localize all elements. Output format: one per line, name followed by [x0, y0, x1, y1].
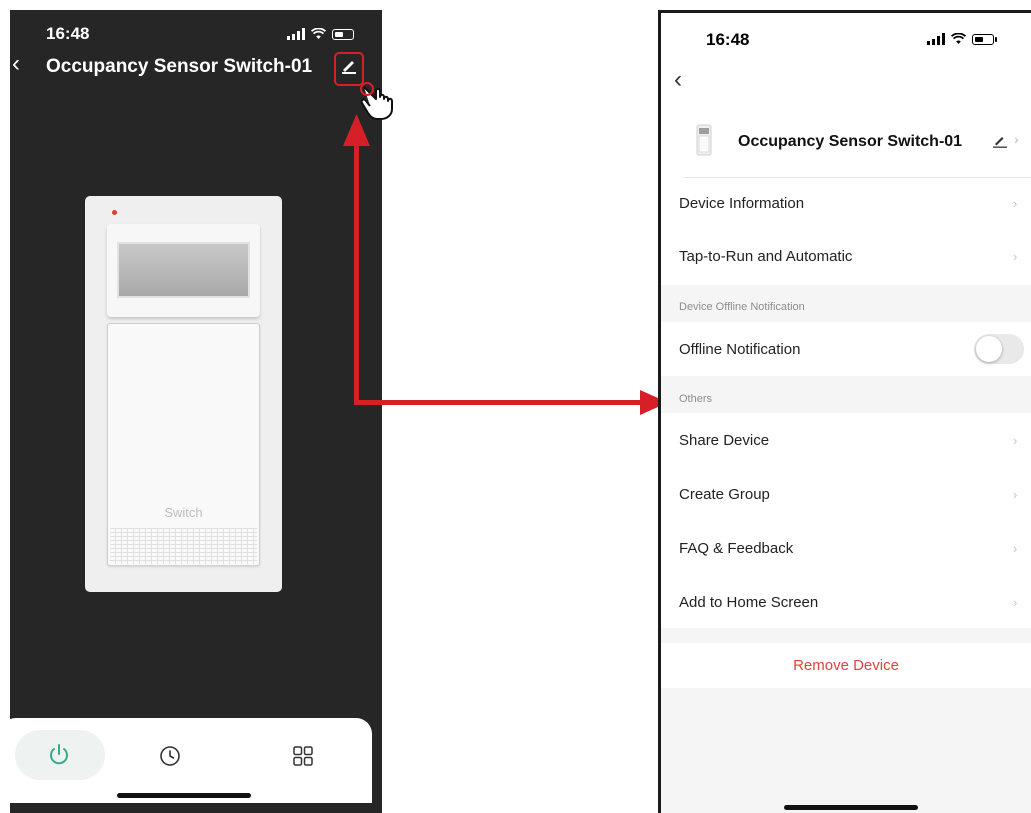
back-chevron-icon[interactable]: ‹ [674, 68, 682, 92]
chevron-right-icon: › [1013, 249, 1018, 264]
menu-row-label: FAQ & Feedback [679, 540, 794, 557]
switch-label: Switch [164, 505, 203, 520]
menu-row-label: Share Device [679, 432, 770, 449]
grid-icon[interactable] [291, 744, 315, 768]
offline-notification-label: Offline Notification [679, 341, 801, 358]
section-header-offline: Device Offline Notification [679, 301, 805, 313]
power-icon[interactable] [45, 741, 73, 769]
wifi-icon [311, 28, 326, 39]
section-header-others: Others [679, 393, 713, 405]
pencil-icon[interactable] [992, 134, 1008, 148]
chevron-right-icon: › [1013, 196, 1018, 211]
chevron-right-icon: › [1013, 487, 1018, 502]
menu-row-label: Create Group [679, 486, 770, 503]
wifi-icon [951, 33, 966, 44]
battery-icon [972, 33, 997, 45]
menu-row-add-to-home-screen[interactable]: Add to Home Screen › [661, 575, 1031, 628]
status-icons [287, 28, 354, 40]
chevron-right-icon: › [1013, 541, 1018, 556]
motion-sensor-lens [117, 242, 250, 298]
battery-icon [332, 28, 354, 40]
switch-texture [110, 528, 257, 564]
toggle-knob[interactable] [976, 336, 1002, 362]
menu-row-label: Add to Home Screen [679, 594, 819, 611]
home-indicator [784, 805, 918, 810]
back-chevron-icon[interactable]: ‹ [12, 52, 20, 76]
device-name[interactable]: Occupancy Sensor Switch-01 [738, 133, 962, 151]
signal-icon [927, 33, 945, 45]
device-thumbnail-icon [696, 124, 712, 156]
status-time: 16:48 [46, 24, 90, 43]
menu-row-share-device[interactable]: Share Device › [661, 414, 1031, 467]
device-title: Occupancy Sensor Switch-01 [46, 56, 313, 77]
menu-row-device-information[interactable]: Device Information › [661, 178, 1031, 230]
clock-icon[interactable] [158, 744, 182, 768]
chevron-right-icon: › [1013, 595, 1018, 610]
status-icons [927, 33, 997, 45]
menu-row-label: Tap-to-Run and Automatic [679, 248, 853, 265]
pencil-icon[interactable] [339, 55, 359, 75]
hand-pointer-icon [360, 82, 393, 120]
chevron-right-icon[interactable]: › [1014, 131, 1019, 147]
device-led-indicator [112, 210, 117, 215]
menu-row-create-group[interactable]: Create Group › [661, 467, 1031, 521]
status-time: 16:48 [706, 30, 750, 49]
chevron-right-icon: › [1013, 433, 1018, 448]
home-indicator [117, 793, 251, 798]
menu-row-faq-feedback[interactable]: FAQ & Feedback › [661, 521, 1031, 575]
menu-row-tap-to-run[interactable]: Tap-to-Run and Automatic › [661, 231, 1031, 283]
remove-device-button[interactable]: Remove Device [661, 657, 1031, 674]
signal-icon [287, 28, 305, 40]
menu-row-label: Device Information [679, 195, 805, 212]
